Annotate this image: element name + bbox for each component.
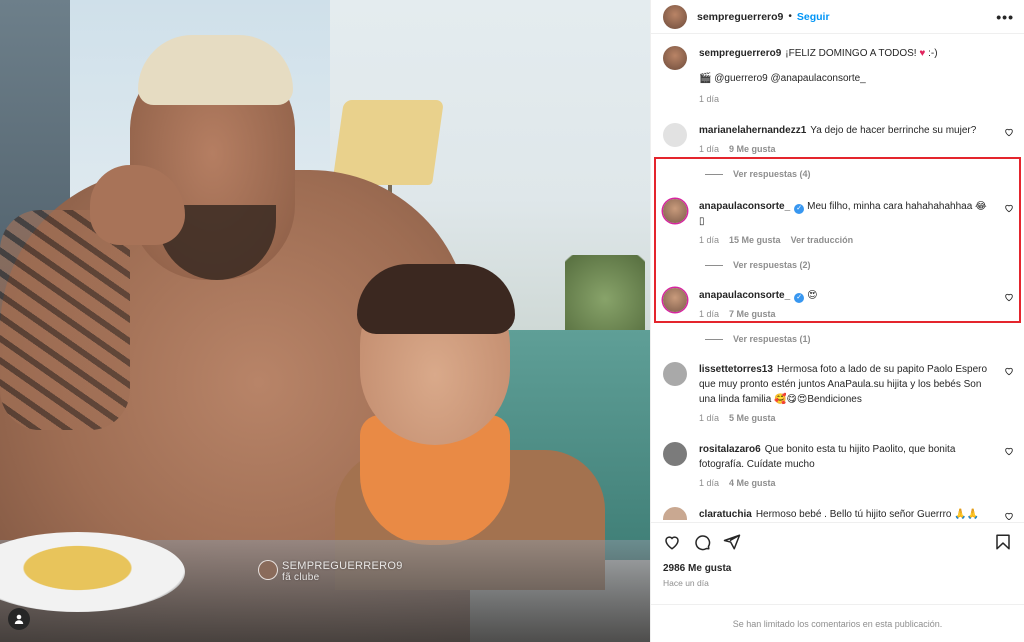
follow-button[interactable]: Seguir bbox=[797, 11, 830, 23]
watermark-avatar bbox=[258, 560, 278, 580]
caption-user[interactable]: sempreguerrero9 bbox=[699, 48, 781, 59]
comment-user[interactable]: claratuchia bbox=[699, 509, 752, 520]
highlight-box bbox=[654, 157, 1021, 323]
comment-likes[interactable]: 9 Me gusta bbox=[729, 144, 776, 154]
comment-user[interactable]: rositalazaro6 bbox=[699, 444, 761, 455]
comment-text: Ya dejo de hacer berrinche su mujer? bbox=[810, 125, 977, 136]
more-icon[interactable]: ••• bbox=[996, 9, 1014, 25]
heart-icon[interactable] bbox=[1004, 127, 1014, 137]
comment-item: lissettetorres13 Hermosa foto a lado de s… bbox=[663, 362, 1014, 426]
comment-time: 1 día bbox=[699, 413, 720, 423]
view-replies-button[interactable]: Ver respuestas (1) bbox=[705, 334, 1014, 344]
comment-time: 1 día bbox=[699, 478, 720, 488]
comment-likes[interactable]: 4 Me gusta bbox=[729, 478, 776, 488]
heart-icon[interactable] bbox=[663, 533, 681, 551]
heart-icon[interactable] bbox=[1004, 366, 1014, 376]
caption-avatar[interactable] bbox=[663, 46, 687, 70]
caption-text: ¡FELIZ DOMINGO A TODOS! bbox=[785, 48, 920, 59]
caption-mentions[interactable]: 🎬 @guerrero9 @anapaulaconsorte_ bbox=[699, 71, 996, 86]
post-header: sempreguerrero9 • Seguir ••• bbox=[651, 0, 1024, 34]
watermark-name: SEMPREGUERRERO9 bbox=[282, 560, 403, 572]
save-icon[interactable] bbox=[994, 533, 1012, 551]
comment-avatar[interactable] bbox=[663, 442, 687, 466]
comment-user[interactable]: marianelahernandezz1 bbox=[699, 125, 806, 136]
baby-hair bbox=[357, 264, 515, 334]
post-panel: sempreguerrero9 • Seguir ••• sempreguerr… bbox=[650, 0, 1024, 642]
comment-icon[interactable] bbox=[693, 533, 711, 551]
caption: sempreguerrero9 ¡FELIZ DOMINGO A TODOS! ♥… bbox=[663, 46, 1014, 107]
caption-tail: :-) bbox=[925, 48, 938, 59]
comment-avatar[interactable] bbox=[663, 123, 687, 147]
watermark-sub: fã clube bbox=[282, 572, 320, 583]
comment-text: Hermoso bebé . Bello tú hijito señor Gue… bbox=[755, 509, 980, 520]
comment-likes[interactable]: 5 Me gusta bbox=[729, 413, 776, 423]
heart-icon[interactable] bbox=[1004, 511, 1014, 520]
comments-limited-notice: Se han limitado los comentarios en esta … bbox=[651, 604, 1024, 642]
comment-item: claratuchia Hermoso bebé . Bello tú hijit… bbox=[663, 507, 1014, 520]
likes-count[interactable]: 2986 Me gusta bbox=[663, 563, 1012, 574]
view-replies-label: Ver respuestas (1) bbox=[733, 334, 811, 344]
post-photo[interactable]: SEMPREGUERRERO9 fã clube bbox=[0, 0, 650, 642]
post-time: Hace un día bbox=[663, 578, 709, 588]
comment-item: marianelahernandezz1 Ya dejo de hacer ber… bbox=[663, 123, 1014, 157]
lamp-shade bbox=[332, 100, 444, 185]
separator-dot: • bbox=[788, 11, 792, 22]
comment-avatar[interactable] bbox=[663, 362, 687, 386]
comment-item: rositalazaro6 Que bonito esta tu hijito P… bbox=[663, 442, 1014, 491]
watermark: SEMPREGUERRERO9 fã clube bbox=[282, 560, 403, 583]
comment-avatar[interactable] bbox=[663, 507, 687, 520]
user-tag-button[interactable] bbox=[8, 608, 30, 630]
heart-icon[interactable] bbox=[1004, 446, 1014, 456]
comment-user[interactable]: lissettetorres13 bbox=[699, 364, 773, 375]
share-icon[interactable] bbox=[723, 533, 741, 551]
user-tag-icon bbox=[14, 614, 24, 624]
caption-time: 1 día bbox=[699, 94, 720, 104]
author-avatar[interactable] bbox=[663, 4, 687, 29]
comment-time: 1 día bbox=[699, 144, 720, 154]
man-hair bbox=[138, 35, 293, 105]
author-name[interactable]: sempreguerrero9 bbox=[697, 11, 783, 23]
